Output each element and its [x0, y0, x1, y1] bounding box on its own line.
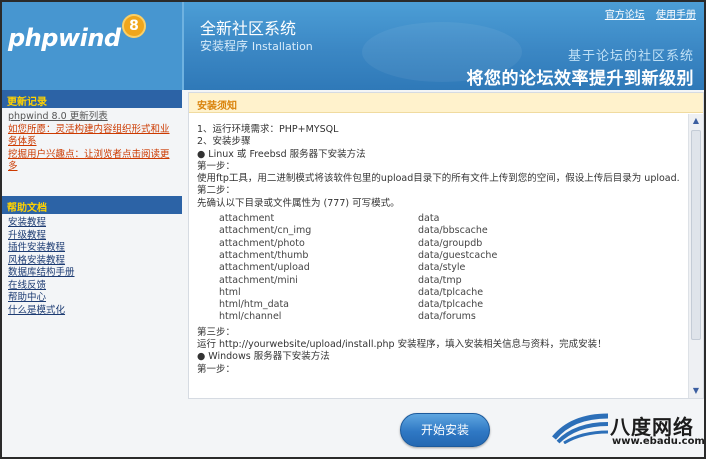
help-link-database[interactable]: 数据库结构手册	[8, 267, 176, 280]
help-link-plugin[interactable]: 插件安装教程	[8, 242, 176, 255]
phpwind-logo: phpwind	[8, 24, 121, 52]
note-line: 2、安装步骤	[197, 136, 251, 148]
official-forum-link[interactable]: 官方论坛	[605, 10, 645, 21]
file-path: data	[418, 213, 440, 225]
updates-title: 更新记录	[2, 90, 182, 108]
update-link-3[interactable]: 挖掘用户兴趣点：让浏览者点击阅读更多	[8, 149, 176, 174]
slogan-line2: 将您的论坛效率提升到新级别	[466, 69, 694, 89]
version-badge: 8	[122, 14, 146, 38]
sidebar: 更新记录 phpwind 8.0 更新列表 如您所愿：灵活构建内容组织形式和业务…	[2, 90, 182, 405]
file-path: attachment/upload	[219, 262, 310, 274]
install-notes-panel: 安装须知 1、运行环境需求：PHP+MYSQL 2、安装步骤 ● Linux 或…	[188, 92, 704, 399]
file-path: data/tmp	[418, 274, 462, 286]
note-line: 运行 http://yourwebsite/upload/install.php…	[197, 339, 607, 351]
file-row: attachment/photo data/groupdb	[219, 238, 684, 250]
note-line: ● Windows 服务器下安装方法	[197, 351, 330, 363]
updates-section: 更新记录 phpwind 8.0 更新列表 如您所愿：灵活构建内容组织形式和业务…	[2, 90, 182, 174]
help-list: 安装教程 升级教程 插件安装教程 风格安装教程 数据库结构手册 在线反馈 帮助中…	[2, 214, 182, 317]
subtitle-en: Installation	[251, 40, 313, 53]
file-path: html/htm_data	[219, 299, 289, 311]
help-link-mode[interactable]: 什么是模式化	[8, 305, 176, 318]
scroll-down-arrow-icon[interactable]: ▼	[689, 384, 703, 398]
top-links: 官方论坛 使用手册	[597, 6, 696, 21]
update-link-2[interactable]: 如您所愿：灵活构建内容组织形式和业务体系	[8, 124, 176, 149]
content-scrollbar[interactable]: ▲ ▼	[688, 114, 703, 398]
updates-list: phpwind 8.0 更新列表 如您所愿：灵活构建内容组织形式和业务体系 挖掘…	[2, 108, 182, 174]
subtitle-cn: 安装程序	[200, 39, 249, 53]
file-path: data/bbscache	[418, 225, 488, 237]
help-title: 帮助文档	[2, 196, 182, 214]
file-row: attachment/thumb data/guestcache	[219, 250, 684, 262]
file-path: data/groupdb	[418, 237, 483, 249]
file-path: attachment	[219, 213, 275, 225]
file-path: data/tplcache	[418, 286, 484, 298]
page-title: 全新社区系统	[200, 19, 297, 38]
update-link-1[interactable]: phpwind 8.0 更新列表	[8, 111, 176, 124]
file-row: html data/tplcache	[219, 287, 684, 299]
note-line: 使用ftp工具，用二进制模式将该软件包里的upload目录下的所有文件上传到您的…	[197, 173, 680, 185]
writable-files-table: attachment data attachment/cn_img data/bbs…	[219, 213, 684, 324]
panel-title: 安装须知	[189, 93, 703, 113]
help-link-upgrade[interactable]: 升级教程	[8, 230, 176, 243]
header-divider	[182, 2, 184, 90]
ebadu-logo-icon	[552, 413, 609, 444]
brand-url: www.ebadu.com	[612, 436, 705, 447]
install-notes-content[interactable]: 1、运行环境需求：PHP+MYSQL 2、安装步骤 ● Linux 或 Free…	[189, 114, 688, 398]
note-line: 第一步：	[197, 363, 236, 375]
scroll-up-arrow-icon[interactable]: ▲	[689, 114, 703, 128]
file-path: data/guestcache	[418, 249, 498, 261]
start-install-button[interactable]: 开始安装	[400, 413, 490, 447]
file-row: attachment/upload data/style	[219, 262, 684, 274]
file-path: html	[219, 286, 241, 298]
file-row: html/htm_data data/tplcache	[219, 299, 684, 311]
file-path: attachment/thumb	[219, 249, 309, 261]
note-line: ● Linux 或 Freebsd 服务器下安装方法	[197, 148, 366, 160]
note-line: 先确认以下目录或文件属性为 (777) 可写模式。	[197, 197, 400, 209]
file-row: attachment/cn_img data/bbscache	[219, 225, 684, 237]
scroll-thumb[interactable]	[691, 130, 701, 340]
user-manual-link[interactable]: 使用手册	[656, 10, 696, 21]
logo-area: phpwind 8	[2, 2, 182, 90]
file-path: data/tplcache	[418, 299, 484, 311]
file-path: attachment/mini	[219, 274, 298, 286]
file-path: data/forums	[418, 311, 476, 323]
help-link-feedback[interactable]: 在线反馈	[8, 280, 176, 293]
file-path: html/channel	[219, 311, 282, 323]
file-row: attachment data	[219, 213, 684, 225]
help-link-center[interactable]: 帮助中心	[8, 292, 176, 305]
help-link-install[interactable]: 安装教程	[8, 217, 176, 230]
file-path: data/style	[418, 262, 466, 274]
header-banner: phpwind 8 全新社区系统 安装程序 Installation 官方论坛 …	[2, 2, 704, 90]
help-link-style[interactable]: 风格安装教程	[8, 255, 176, 268]
help-section: 帮助文档 安装教程 升级教程 插件安装教程 风格安装教程 数据库结构手册 在线反…	[2, 196, 182, 317]
file-row: html/channel data/forums	[219, 311, 684, 323]
note-line: 第三步：	[197, 326, 236, 338]
slogan-line1: 基于论坛的社区系统	[567, 49, 694, 64]
file-path: attachment/photo	[219, 237, 305, 249]
file-path: attachment/cn_img	[219, 225, 312, 237]
note-line: 第二步：	[197, 185, 236, 197]
note-line: 第一步：	[197, 160, 236, 172]
page-subtitle: 安装程序 Installation	[200, 37, 313, 54]
note-line: 1、运行环境需求：PHP+MYSQL	[197, 124, 339, 135]
file-row: attachment/mini data/tmp	[219, 275, 684, 287]
